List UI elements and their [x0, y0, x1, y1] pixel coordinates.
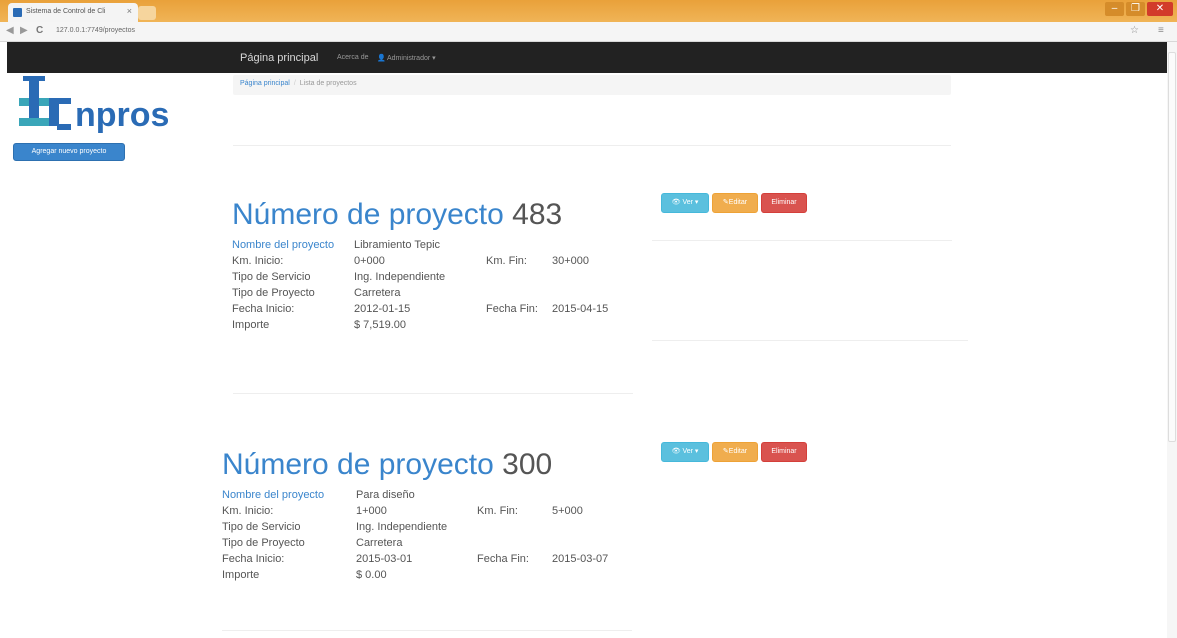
- project-title: Número de proyecto 483: [232, 198, 562, 232]
- breadcrumb: Página principal / Lista de proyectos: [233, 75, 951, 95]
- project-number: 483: [512, 198, 563, 231]
- value-fecha-fin: 2015-04-15: [552, 303, 609, 315]
- value-tipo-proyecto: Carretera: [354, 287, 401, 299]
- browser-menu-icon[interactable]: ≡: [1158, 25, 1164, 36]
- page-scrollbar[interactable]: [1167, 42, 1177, 638]
- address-bar[interactable]: 127.0.0.1:7749/proyectos: [52, 25, 1112, 39]
- value-tipo-proyecto: Carretera: [356, 537, 403, 549]
- browser-titlebar: Sistema de Control de Cli × – ❐ ✕: [0, 0, 1177, 22]
- divider: [233, 393, 633, 394]
- value-fecha-fin: 2015-03-07: [552, 553, 609, 565]
- favicon-icon: [13, 8, 22, 17]
- project-title-label: Número de proyecto: [232, 198, 504, 231]
- new-tab-button[interactable]: [138, 6, 156, 20]
- value-km-inicio: 0+000: [354, 255, 385, 267]
- value-nombre: Para diseño: [356, 489, 415, 501]
- label-km-fin: Km. Fin:: [477, 505, 518, 517]
- window-close-button[interactable]: ✕: [1147, 2, 1173, 16]
- divider: [222, 630, 632, 631]
- divider: [233, 145, 951, 146]
- eye-icon: 👁: [671, 199, 683, 206]
- bookmark-star-icon[interactable]: ☆: [1130, 25, 1139, 36]
- scrollbar-thumb[interactable]: [1168, 52, 1176, 442]
- minimize-button[interactable]: –: [1105, 2, 1124, 16]
- forward-icon[interactable]: ▶: [20, 25, 28, 36]
- value-tipo-servicio: Ing. Independiente: [354, 271, 446, 283]
- label-fecha-fin: Fecha Fin:: [486, 303, 538, 315]
- divider: [652, 240, 952, 241]
- tab-close-icon[interactable]: ×: [127, 6, 132, 16]
- value-importe: $ 7,519.00: [354, 319, 406, 331]
- value-km-fin: 5+000: [552, 505, 583, 517]
- label-nombre: Nombre del proyecto: [232, 239, 335, 251]
- label-fecha-inicio: Fecha Inicio:: [232, 303, 295, 315]
- edit-button-label: Editar: [728, 448, 748, 455]
- reload-icon[interactable]: C: [36, 25, 43, 36]
- project-number: 300: [502, 448, 553, 481]
- navbar-brand[interactable]: Página principal: [240, 52, 318, 64]
- browser-tab[interactable]: Sistema de Control de Cli ×: [8, 3, 138, 22]
- label-km-inicio: Km. Inicio:: [222, 505, 274, 517]
- edit-button[interactable]: ✎Editar: [712, 442, 758, 462]
- breadcrumb-home[interactable]: Página principal: [240, 80, 290, 87]
- nav-about-link[interactable]: Acerca de: [337, 54, 369, 61]
- label-importe: Importe: [232, 319, 270, 331]
- value-km-inicio: 1+000: [356, 505, 387, 517]
- project-title: Número de proyecto 300: [222, 448, 552, 482]
- view-button-label: Ver ▾: [682, 448, 699, 455]
- view-button[interactable]: 👁 Ver ▾: [661, 442, 709, 462]
- site-navbar: Página principal Acerca de 👤 Administrad…: [7, 42, 1172, 73]
- eye-icon: 👁: [671, 448, 683, 455]
- label-tipo-proyecto: Tipo de Proyecto: [222, 537, 305, 549]
- nav-user-menu[interactable]: Administrador ▾: [387, 54, 436, 62]
- value-nombre: Libramiento Tepic: [354, 239, 441, 251]
- view-button-label: Ver ▾: [682, 199, 699, 206]
- user-icon: 👤: [377, 55, 386, 62]
- breadcrumb-current: Lista de proyectos: [299, 80, 357, 87]
- back-icon[interactable]: ◀: [6, 25, 14, 36]
- edit-button[interactable]: ✎Editar: [712, 193, 758, 213]
- delete-button[interactable]: Eliminar: [761, 442, 807, 462]
- browser-toolbar: ◀ ▶ C 127.0.0.1:7749/proyectos ☆ ≡: [0, 22, 1177, 42]
- delete-button[interactable]: Eliminar: [761, 193, 807, 213]
- label-km-inicio: Km. Inicio:: [232, 255, 284, 267]
- label-km-fin: Km. Fin:: [486, 255, 527, 267]
- logo-text: npros: [75, 96, 169, 134]
- view-button[interactable]: 👁 Ver ▾: [661, 193, 709, 213]
- tab-title: Sistema de Control de Cli: [26, 8, 106, 15]
- label-tipo-servicio: Tipo de Servicio: [232, 271, 311, 283]
- project-actions: 👁 Ver ▾ ✎Editar Eliminar: [661, 442, 807, 462]
- project-card: Número de proyecto 483 Nombre del proyec…: [232, 198, 608, 331]
- divider: [652, 340, 968, 341]
- project-actions: 👁 Ver ▾ ✎Editar Eliminar: [661, 193, 807, 213]
- value-fecha-inicio: 2012-01-15: [354, 303, 411, 315]
- window-controls: – ❐ ✕: [1105, 2, 1173, 16]
- value-km-fin: 30+000: [552, 255, 590, 267]
- label-nombre: Nombre del proyecto: [222, 489, 325, 501]
- add-project-button[interactable]: Agregar nuevo proyecto: [13, 143, 125, 161]
- value-tipo-servicio: Ing. Independiente: [356, 521, 448, 533]
- label-fecha-fin: Fecha Fin:: [477, 553, 529, 565]
- project-card: Número de proyecto 300 Nombre del proyec…: [222, 448, 608, 581]
- project-title-label: Número de proyecto: [222, 448, 494, 481]
- label-tipo-proyecto: Tipo de Proyecto: [232, 287, 315, 299]
- label-fecha-inicio: Fecha Inicio:: [222, 553, 285, 565]
- value-fecha-inicio: 2015-03-01: [356, 553, 413, 565]
- label-tipo-servicio: Tipo de Servicio: [222, 521, 301, 533]
- maximize-button[interactable]: ❐: [1126, 2, 1145, 16]
- value-importe: $ 0.00: [356, 569, 387, 581]
- edit-button-label: Editar: [728, 199, 748, 206]
- inpros-logo: npros: [19, 76, 169, 134]
- label-importe: Importe: [222, 569, 260, 581]
